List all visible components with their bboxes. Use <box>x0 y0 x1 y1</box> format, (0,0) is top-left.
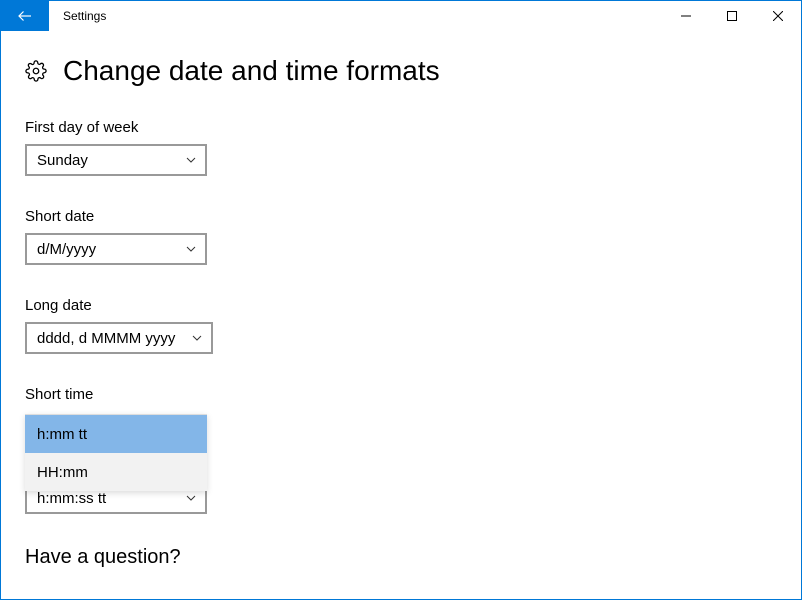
help-heading: Have a question? <box>25 546 777 569</box>
arrow-left-icon <box>16 7 34 25</box>
settings-window: Settings Change date and time formats Fi… <box>0 0 802 600</box>
page-header: Change date and time formats <box>25 55 777 87</box>
gear-icon <box>25 60 47 82</box>
back-button[interactable] <box>1 1 49 31</box>
short-date-select[interactable]: d/M/yyyy <box>25 233 207 265</box>
page-title: Change date and time formats <box>63 55 440 87</box>
first-day-value: Sunday <box>37 152 88 169</box>
long-date-label: Long date <box>25 297 777 314</box>
short-date-field: Short date d/M/yyyy <box>25 208 777 265</box>
first-day-label: First day of week <box>25 119 777 136</box>
chevron-down-icon <box>185 492 197 504</box>
window-title: Settings <box>49 1 663 31</box>
short-time-option-1[interactable]: HH:mm <box>25 453 207 491</box>
minimize-button[interactable] <box>663 1 709 31</box>
maximize-icon <box>727 11 737 21</box>
window-controls <box>663 1 801 31</box>
short-time-dropdown: h:mm tt HH:mm <box>25 414 207 491</box>
long-date-value: dddd, d MMMM yyyy <box>37 330 175 347</box>
close-icon <box>773 11 783 21</box>
chevron-down-icon <box>185 154 197 166</box>
maximize-button[interactable] <box>709 1 755 31</box>
long-date-select[interactable]: dddd, d MMMM yyyy <box>25 322 213 354</box>
first-day-field: First day of week Sunday <box>25 119 777 176</box>
first-day-select[interactable]: Sunday <box>25 144 207 176</box>
short-time-label: Short time <box>25 386 777 403</box>
chevron-down-icon <box>191 332 203 344</box>
minimize-icon <box>681 11 691 21</box>
long-date-field: Long date dddd, d MMMM yyyy <box>25 297 777 354</box>
close-button[interactable] <box>755 1 801 31</box>
long-time-value: h:mm:ss tt <box>37 490 106 507</box>
chevron-down-icon <box>185 243 197 255</box>
content-area: Change date and time formats First day o… <box>1 31 801 569</box>
short-date-value: d/M/yyyy <box>37 241 96 258</box>
short-time-option-0[interactable]: h:mm tt <box>25 415 207 453</box>
short-time-field: Short time h:mm tt HH:mm <box>25 386 777 403</box>
titlebar: Settings <box>1 1 801 31</box>
short-date-label: Short date <box>25 208 777 225</box>
